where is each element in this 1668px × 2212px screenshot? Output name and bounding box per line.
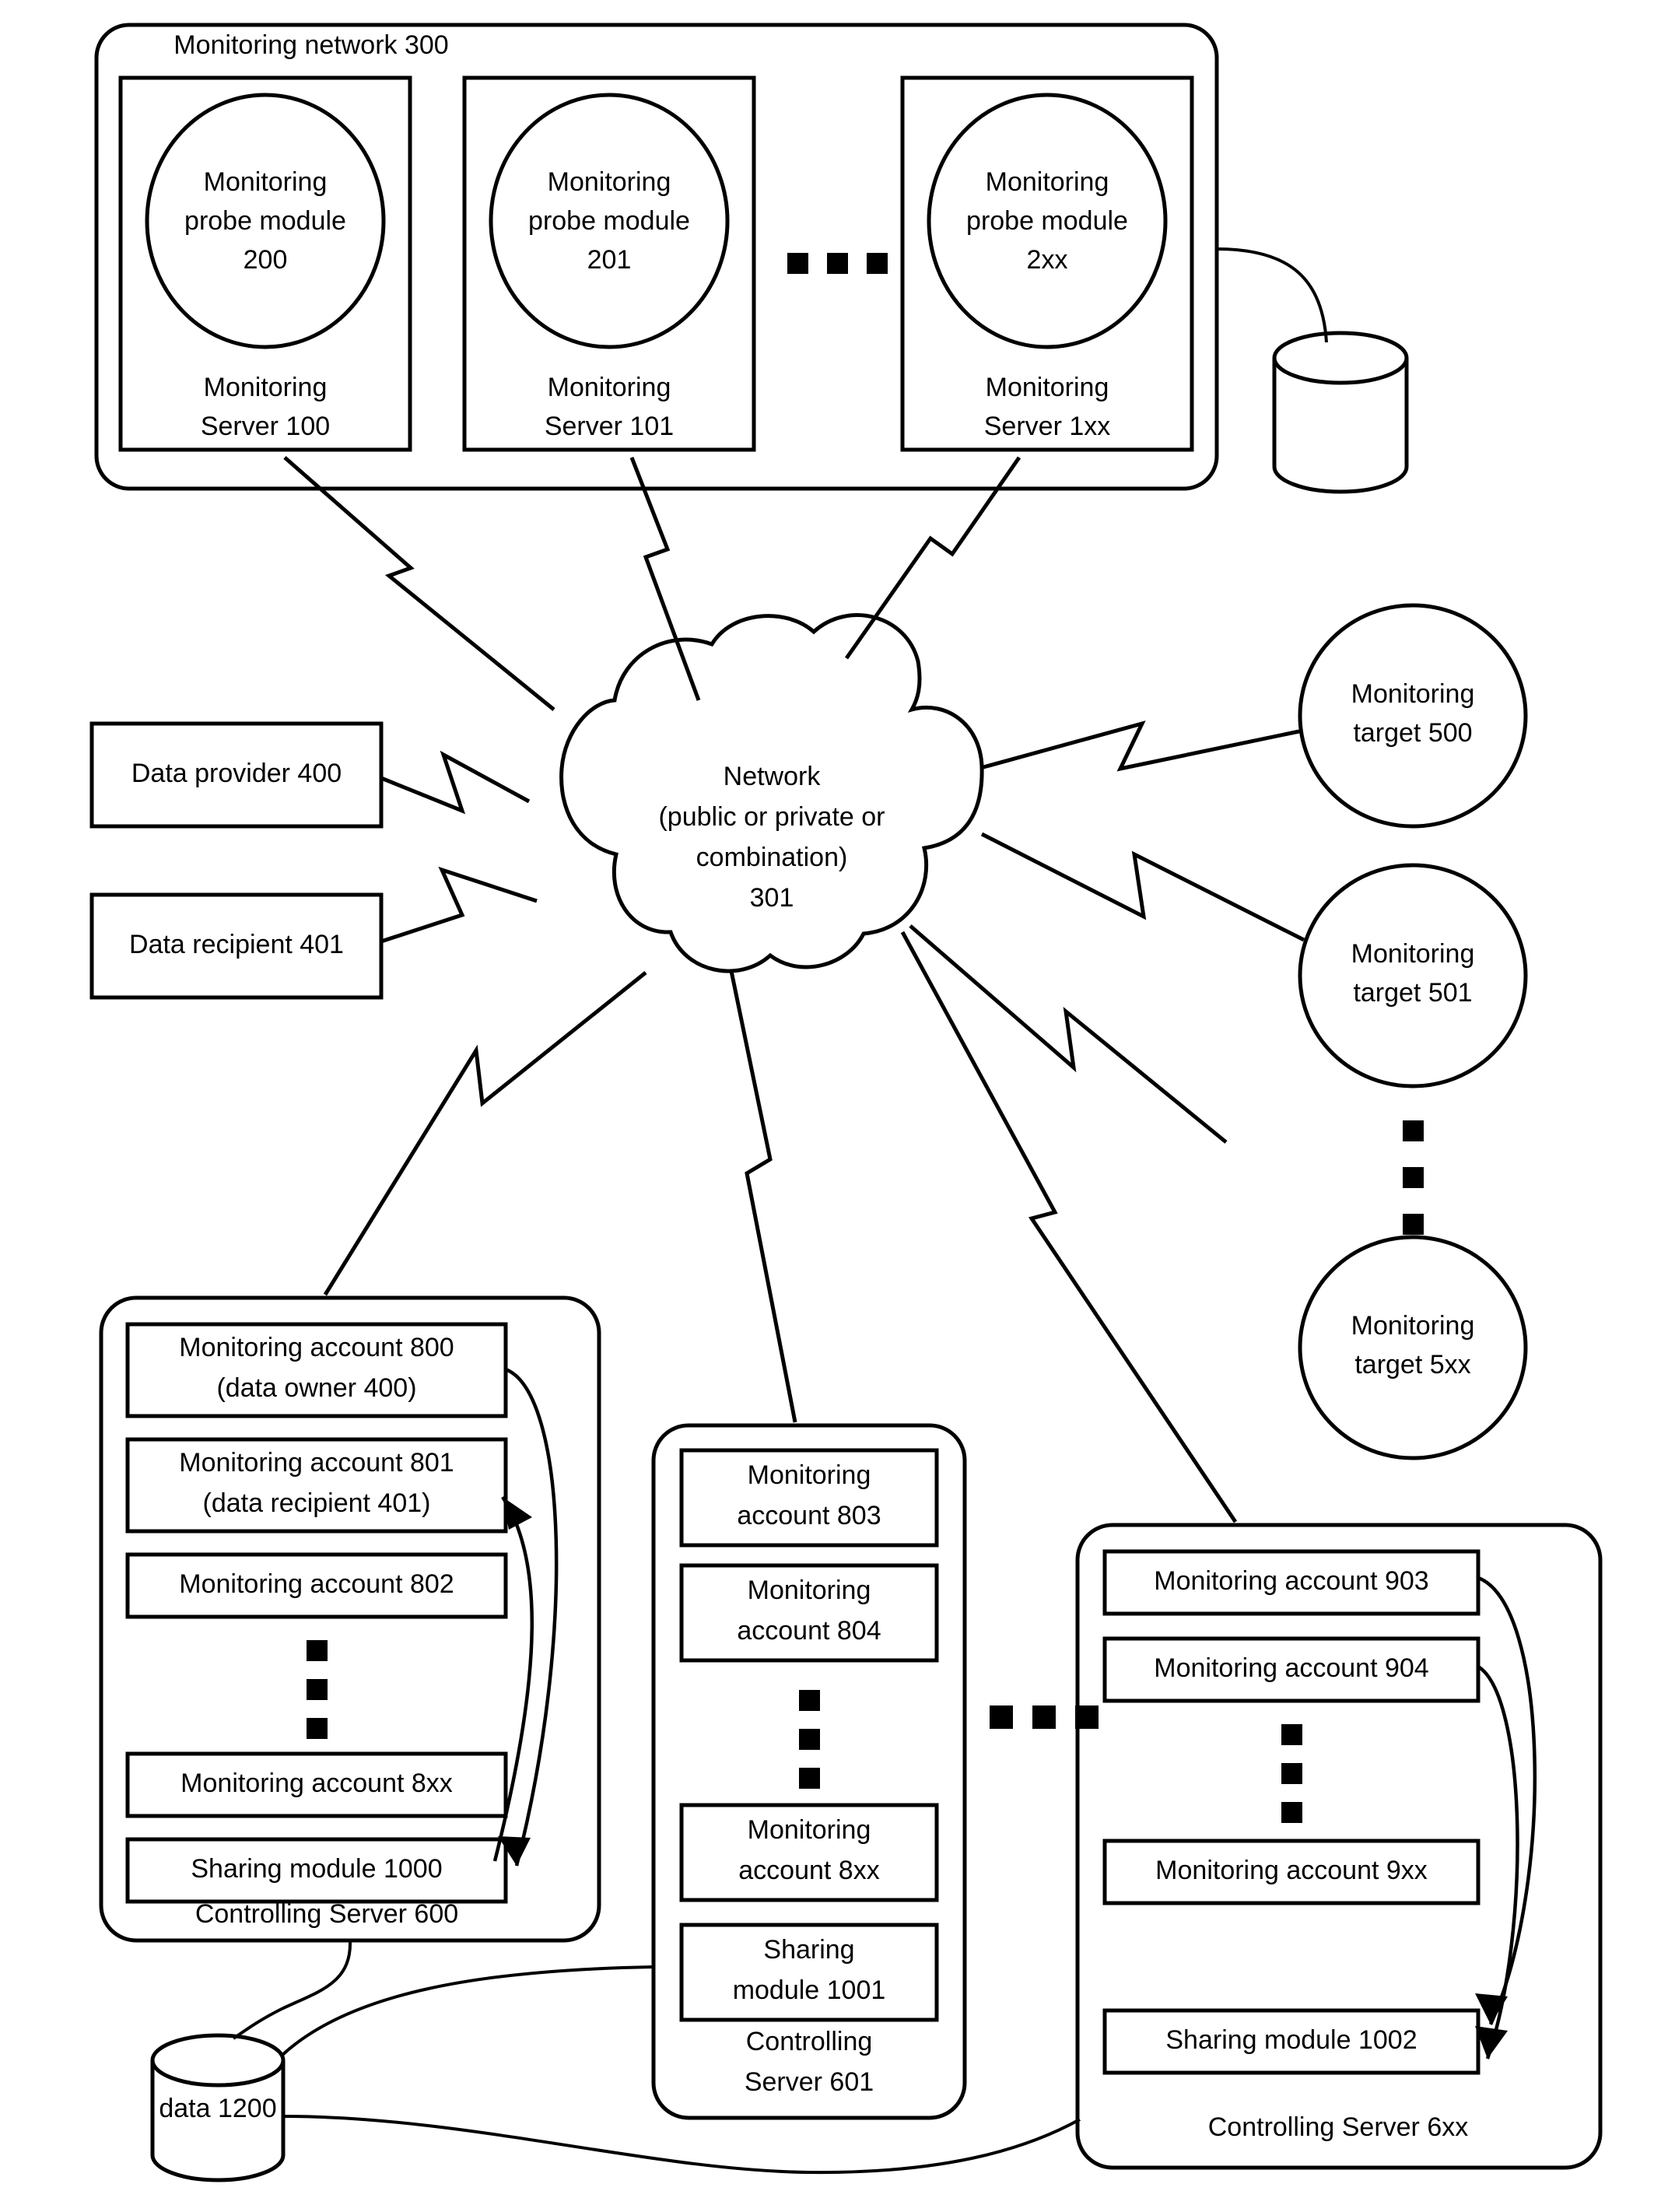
monitoring-account-801-line2: (data recipient 401) <box>203 1488 431 1518</box>
bolt-cloud-to-target500 <box>983 720 1300 772</box>
monitoring-target-5xx-line1: Monitoring <box>1351 1311 1475 1341</box>
monitoring-account-8xx-line1-601: Monitoring <box>748 1815 871 1845</box>
controlling-server-600-ellipsis <box>307 1640 328 1739</box>
monitoring-target-500-line2: target 500 <box>1353 718 1472 748</box>
arrow-account800-to-sharing1000-head <box>498 1836 531 1866</box>
controlling-server-6xx-name: Controlling Server 6xx <box>1208 2112 1468 2142</box>
sharing-module-1001-line2: module 1001 <box>733 1975 886 2005</box>
bolt-server101-to-cloud <box>629 457 701 701</box>
arrow-sharing1000-to-account801 <box>492 1495 534 1862</box>
server-100-line1: Monitoring <box>204 373 328 402</box>
monitoring-account-903-label: Monitoring account 903 <box>1154 1566 1428 1596</box>
monitoring-target-500: Monitoring target 500 <box>1298 603 1528 829</box>
monitoring-account-8xx-line1-600: Monitoring account 8xx <box>180 1769 453 1798</box>
network-to-store-connector <box>1216 247 1328 343</box>
sharing-module-1000-label: Sharing module 1000 <box>191 1854 442 1884</box>
server-101-line1: Monitoring <box>548 373 671 402</box>
data-recipient-box: Data recipient 401 <box>89 892 384 1000</box>
monitoring-target-500-line1: Monitoring <box>1351 679 1475 709</box>
data-provider-400-label: Data provider 400 <box>131 759 342 788</box>
probe-2xx-line3: 2xx <box>1027 245 1068 275</box>
monitoring-targets-ellipsis <box>1403 1120 1424 1235</box>
monitoring-account-9xx-label: Monitoring account 9xx <box>1155 1856 1428 1885</box>
monitoring-network-title: Monitoring network 300 <box>173 30 448 60</box>
data-1200-top <box>150 2033 286 2088</box>
probe-201-line1: Monitoring <box>548 167 671 197</box>
monitoring-account-800-line1: Monitoring account 800 <box>179 1333 454 1362</box>
bolt-server100-to-cloud <box>283 456 555 711</box>
arrow-account903-to-sharing1002 <box>1477 1576 1537 2025</box>
server-1xx-line1: Monitoring <box>986 373 1109 402</box>
monitoring-target-5xx: Monitoring target 5xx <box>1298 1235 1528 1460</box>
data1200-to-cs601-connector <box>280 1965 654 2057</box>
server-101-line2: Server 101 <box>545 412 674 441</box>
controlling-server-600-name: Controlling Server 600 <box>195 1899 458 1929</box>
probe-200-line3: 200 <box>244 245 288 275</box>
data-1200-store: data 1200 <box>150 2033 286 2182</box>
monitoring-account-803-line2: account 803 <box>737 1501 881 1530</box>
monitoring-account-802-line1: Monitoring account 802 <box>179 1569 454 1599</box>
probe-200-line2: probe module <box>184 206 346 236</box>
sharing-module-1001-line1: Sharing <box>763 1935 854 1965</box>
controlling-server-601-name-line2: Server 601 <box>745 2067 874 2097</box>
data-1200-label: data 1200 <box>159 2094 276 2123</box>
monitoring-target-501-line1: Monitoring <box>1351 939 1475 969</box>
controlling-servers-ellipsis <box>990 1705 1099 1729</box>
monitoring-servers-ellipsis <box>787 253 888 274</box>
monitoring-target-5xx-circle <box>1298 1235 1528 1460</box>
monitoring-target-501: Monitoring target 501 <box>1298 863 1528 1088</box>
controlling-server-6xx-ellipsis <box>1281 1724 1302 1823</box>
monitoring-account-904-label: Monitoring account 904 <box>1154 1653 1428 1683</box>
monitoring-account-8xx-line2-601: account 8xx <box>738 1856 879 1885</box>
bolt-cloud-to-cs600 <box>323 971 647 1296</box>
monitoring-account-803-line1: Monitoring <box>748 1460 871 1490</box>
sharing-module-1002-label: Sharing module 1002 <box>1165 2025 1417 2055</box>
monitoring-account-804-line1: Monitoring <box>748 1576 871 1605</box>
server-1xx-line2: Server 1xx <box>984 412 1111 441</box>
monitoring-target-501-circle <box>1298 863 1528 1088</box>
bolt-recipient-to-cloud <box>380 866 538 944</box>
top-right-data-store <box>1272 331 1409 494</box>
monitoring-server-100: Monitoring probe module 200 Monitoring S… <box>118 75 412 452</box>
controlling-server-601-ellipsis <box>799 1690 820 1789</box>
data-recipient-401-label: Data recipient 401 <box>129 930 344 959</box>
top-right-store-body <box>1272 358 1409 494</box>
controlling-server-601: Monitoring account 803 Monitoring accoun… <box>651 1423 967 2120</box>
bolt-cloud-to-cs601 <box>729 970 797 1423</box>
probe-2xx-line2: probe module <box>966 206 1128 236</box>
monitoring-target-5xx-line2: target 5xx <box>1354 1350 1470 1379</box>
network-cloud-line4: 301 <box>750 883 794 913</box>
bolt-provider-to-cloud <box>380 750 531 815</box>
network-cloud: Network (public or private or combinatio… <box>559 613 984 973</box>
probe-201-line3: 201 <box>587 245 632 275</box>
monitoring-server-1xx: Monitoring probe module 2xx Monitoring S… <box>900 75 1194 452</box>
probe-200-line1: Monitoring <box>204 167 328 197</box>
cs600-to-data1200-connector <box>232 1940 352 2040</box>
server-100-line2: Server 100 <box>201 412 330 441</box>
network-cloud-line1: Network <box>724 762 822 791</box>
network-cloud-line2: (public or private or <box>658 802 885 832</box>
monitoring-server-101: Monitoring probe module 201 Monitoring S… <box>462 75 756 452</box>
patent-figure-canvas: Monitoring network 300 Monitoring probe … <box>0 0 1668 2212</box>
network-cloud-shape <box>559 613 984 973</box>
data1200-to-cs6xx-connector <box>282 2115 1081 2175</box>
bolt-cloud-to-target501 <box>980 832 1305 942</box>
probe-201-line2: probe module <box>528 206 690 236</box>
controlling-server-6xx: Monitoring account 903 Monitoring accoun… <box>1075 1523 1603 2170</box>
data-provider-box: Data provider 400 <box>89 721 384 829</box>
monitoring-account-804-line2: account 804 <box>737 1616 881 1646</box>
network-cloud-line3: combination) <box>696 843 848 872</box>
probe-2xx-line1: Monitoring <box>986 167 1109 197</box>
top-right-store-top <box>1272 331 1409 385</box>
controlling-server-601-name-line1: Controlling <box>746 2027 873 2056</box>
monitoring-target-500-circle <box>1298 603 1528 829</box>
monitoring-account-800-line2: (data owner 400) <box>216 1373 416 1403</box>
monitoring-target-501-line2: target 501 <box>1353 978 1472 1008</box>
monitoring-account-801-line1: Monitoring account 801 <box>179 1448 454 1478</box>
